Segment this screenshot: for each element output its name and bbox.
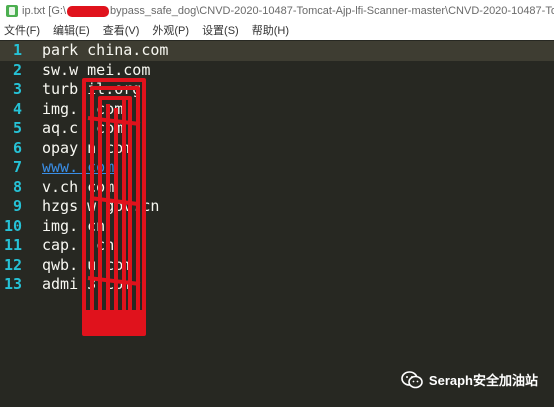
notepad-icon bbox=[6, 5, 18, 17]
editor-line[interactable]: 10 img. cn bbox=[0, 217, 554, 237]
line-text: sw.w mei.com bbox=[42, 60, 151, 79]
line-text: opay n.com bbox=[42, 138, 133, 157]
line-number: 11 bbox=[3, 236, 22, 254]
wechat-icon bbox=[401, 370, 423, 388]
line-text: v.ch com bbox=[42, 177, 115, 196]
line-text: admi 3.com bbox=[42, 275, 133, 293]
line-number: 9 bbox=[12, 197, 22, 215]
line-text: cap. .cn bbox=[42, 236, 115, 254]
line-number: 8 bbox=[12, 177, 22, 196]
title-suffix: bypass_safe_dog\CNVD-2020-10487-Tomcat-A… bbox=[110, 5, 554, 17]
line-text-link[interactable]: www. com bbox=[42, 158, 114, 178]
line-text: img. .com bbox=[42, 99, 124, 118]
editor-line[interactable]: 3 turb il.org bbox=[0, 80, 554, 100]
editor-line[interactable]: 13 admi 3.com bbox=[0, 275, 554, 295]
line-number: 1 bbox=[12, 41, 22, 59]
text-editor[interactable]: 1 park china.com 2 sw.w mei.com 3 turb il.org… bbox=[0, 40, 554, 407]
editor-line[interactable]: 6 opay n.com bbox=[0, 139, 554, 159]
editor-line[interactable]: 7 www. com bbox=[0, 158, 554, 178]
title-prefix: ip.txt [G:\ bbox=[22, 5, 67, 17]
editor-line[interactable]: 11 cap. .cn bbox=[0, 236, 554, 256]
menu-edit[interactable]: 编辑(E) bbox=[47, 22, 97, 40]
line-number: 10 bbox=[3, 216, 22, 235]
line-number: 3 bbox=[12, 80, 22, 98]
editor-line[interactable]: 12 qwb. u.com bbox=[0, 256, 554, 276]
editor-line[interactable]: 9 hzgs w.gov.cn bbox=[0, 197, 554, 217]
menu-file[interactable]: 文件(F) bbox=[0, 22, 47, 40]
line-number: 2 bbox=[12, 60, 22, 79]
window-title: ip.txt [G:\ bypass_safe_dog\CNVD-2020-104… bbox=[22, 5, 554, 17]
line-text: hzgs w.gov.cn bbox=[42, 197, 160, 215]
line-number: 12 bbox=[3, 255, 22, 274]
line-text: qwb. u.com bbox=[42, 255, 133, 274]
editor-line[interactable]: 5 aq.c .com bbox=[0, 119, 554, 139]
title-bar: ip.txt [G:\ bypass_safe_dog\CNVD-2020-104… bbox=[0, 0, 554, 22]
line-number: 6 bbox=[12, 138, 22, 157]
line-text: aq.c .com bbox=[42, 119, 124, 137]
title-redaction bbox=[67, 5, 110, 17]
editor-line[interactable]: 8 v.ch com bbox=[0, 178, 554, 198]
menu-bar: 文件(F) 编辑(E) 查看(V) 外观(P) 设置(S) 帮助(H) bbox=[0, 22, 554, 40]
menu-help[interactable]: 帮助(H) bbox=[246, 22, 296, 40]
menu-settings[interactable]: 设置(S) bbox=[196, 22, 246, 40]
menu-appearance[interactable]: 外观(P) bbox=[146, 22, 196, 40]
line-text: img. cn bbox=[42, 216, 106, 235]
line-text: park china.com bbox=[42, 41, 169, 59]
menu-view[interactable]: 查看(V) bbox=[97, 22, 147, 40]
editor-line[interactable]: 1 park china.com bbox=[0, 41, 554, 61]
watermark-text: Seraph安全加油站 bbox=[428, 373, 538, 388]
line-number: 13 bbox=[3, 275, 22, 293]
line-number: 5 bbox=[12, 119, 22, 137]
watermark: Seraph安全加油站 bbox=[401, 370, 538, 389]
line-text: turb il.org bbox=[42, 80, 142, 98]
line-number: 7 bbox=[12, 158, 22, 176]
editor-line[interactable]: 2 sw.w mei.com bbox=[0, 61, 554, 81]
editor-line[interactable]: 4 img. .com bbox=[0, 100, 554, 120]
line-number: 4 bbox=[12, 99, 22, 118]
